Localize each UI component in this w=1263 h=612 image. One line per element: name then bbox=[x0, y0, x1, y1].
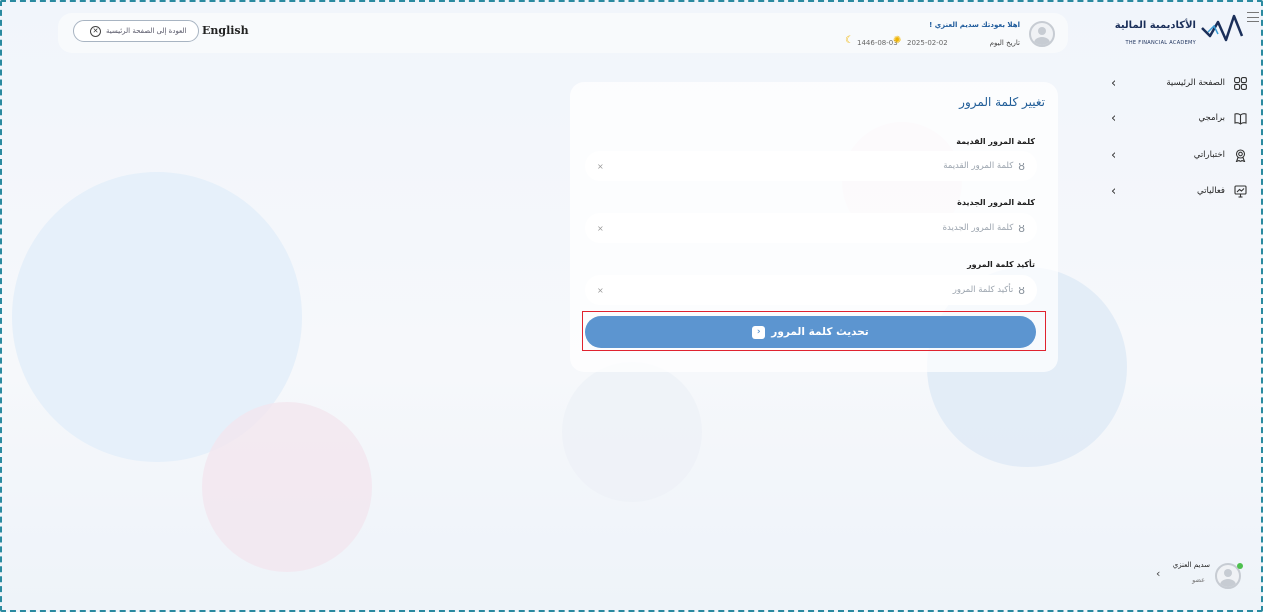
header-avatar[interactable] bbox=[1029, 21, 1055, 47]
update-password-label: تحديث كلمة المرور bbox=[771, 326, 869, 338]
sidebar-item-events[interactable]: ‹ فعالياتي bbox=[1107, 181, 1247, 201]
gregorian-date: 2025-02-02 bbox=[907, 39, 948, 47]
old-password-label: كلمة المرور القديمة bbox=[956, 137, 1035, 146]
background-bubble bbox=[202, 402, 372, 572]
update-password-button[interactable]: تحديث كلمة المرور ‹ bbox=[585, 316, 1036, 348]
chevron-left-icon[interactable]: ‹ bbox=[1156, 567, 1160, 580]
back-to-home-button[interactable]: ✕ العودة إلى الصفحة الرئيسية bbox=[73, 20, 199, 42]
clear-icon[interactable]: × bbox=[597, 224, 604, 233]
online-status-indicator bbox=[1237, 563, 1243, 569]
chevron-left-icon: ‹ bbox=[1111, 110, 1117, 126]
sidebar-item-label: برامجي bbox=[1198, 113, 1225, 123]
sidebar-item-label: اختباراتي bbox=[1193, 150, 1225, 160]
hijri-date: 1446-08-03 bbox=[857, 39, 898, 47]
chevron-left-icon: ‹ bbox=[1111, 75, 1117, 91]
arrow-left-icon: ‹ bbox=[752, 325, 766, 339]
academy-logo-icon bbox=[1201, 14, 1244, 42]
confirm-password-field[interactable]: × ȣ تأكيد كلمة المرور bbox=[585, 275, 1037, 305]
profile-role: عضو bbox=[1192, 576, 1205, 584]
book-icon bbox=[1233, 111, 1247, 125]
profile-name: سديم العنزي bbox=[1172, 561, 1210, 569]
old-password-placeholder: كلمة المرور القديمة bbox=[943, 161, 1014, 171]
clear-icon[interactable]: × bbox=[597, 162, 604, 171]
presentation-icon bbox=[1233, 184, 1247, 198]
confirm-password-label: تأكيد كلمة المرور bbox=[967, 260, 1035, 269]
chevron-left-icon: ‹ bbox=[1111, 183, 1117, 199]
background-bubble bbox=[562, 362, 702, 502]
confirm-password-placeholder: تأكيد كلمة المرور bbox=[952, 285, 1014, 295]
sidebar-item-tests[interactable]: ‹ اختباراتي bbox=[1107, 145, 1247, 165]
sidebar-item-home[interactable]: ‹ الصفحة الرئيسية bbox=[1107, 73, 1247, 93]
close-circle-icon: ✕ bbox=[90, 25, 101, 37]
user-greeting: اهلا بعودتك سديم العنزي ! bbox=[929, 21, 1020, 29]
key-icon: ȣ bbox=[1018, 159, 1025, 173]
key-icon: ȣ bbox=[1018, 283, 1025, 297]
key-icon: ȣ bbox=[1018, 221, 1025, 235]
chevron-left-icon: ‹ bbox=[1111, 147, 1117, 163]
sidebar-item-label: الصفحة الرئيسية bbox=[1166, 78, 1225, 88]
new-password-field[interactable]: × ȣ كلمة المرور الجديدة bbox=[585, 213, 1037, 243]
sidebar-item-label: فعالياتي bbox=[1197, 186, 1225, 196]
back-to-home-label: العودة إلى الصفحة الرئيسية bbox=[106, 27, 187, 35]
clear-icon[interactable]: × bbox=[597, 286, 604, 295]
hamburger-menu-icon[interactable] bbox=[1247, 12, 1259, 22]
new-password-label: كلمة المرور الجديدة bbox=[957, 198, 1035, 207]
logo-arabic-text: الأكاديمية المالية bbox=[1114, 20, 1196, 31]
moon-icon: ☾ bbox=[845, 35, 854, 46]
language-switch-button[interactable]: English bbox=[202, 24, 249, 37]
award-icon bbox=[1233, 148, 1247, 162]
sun-icon: ✺ bbox=[893, 35, 902, 46]
new-password-placeholder: كلمة المرور الجديدة bbox=[942, 223, 1014, 233]
grid-icon bbox=[1233, 76, 1247, 90]
old-password-field[interactable]: × ȣ كلمة المرور القديمة bbox=[585, 151, 1037, 181]
logo-english-text: THE FINANCIAL ACADEMY bbox=[1125, 40, 1196, 46]
date-label: تاريخ اليوم bbox=[989, 39, 1020, 47]
page-title: تغيير كلمة المرور bbox=[959, 95, 1045, 109]
sidebar-item-programs[interactable]: ‹ برامجي bbox=[1107, 108, 1247, 128]
